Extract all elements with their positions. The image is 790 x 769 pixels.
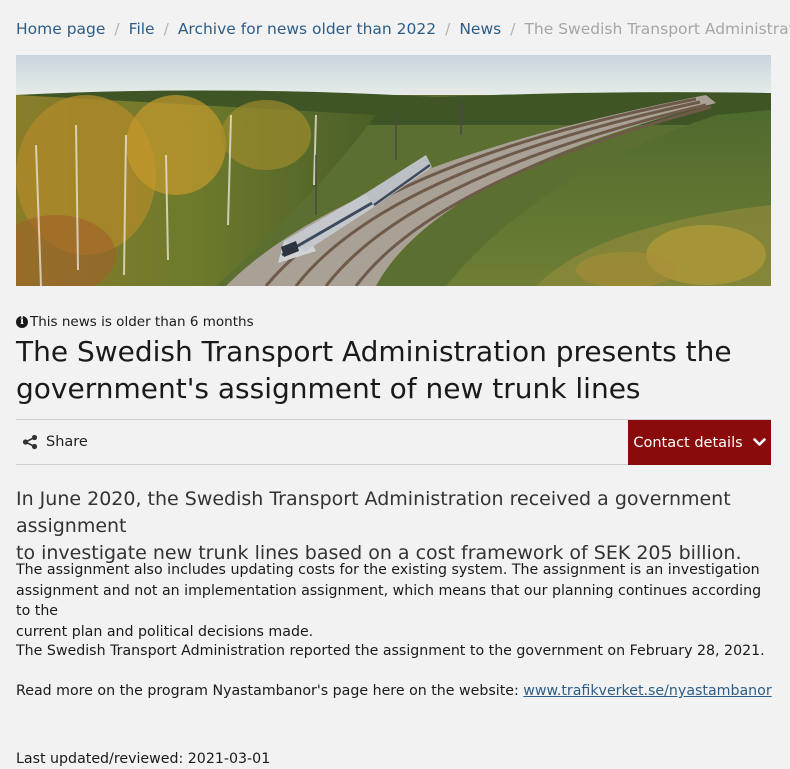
article-paragraph: The Swedish Transport Administration rep… <box>16 643 765 659</box>
article-paragraph: Read more on the program Nyastambanor's … <box>16 681 776 702</box>
share-label: Share <box>46 434 88 450</box>
age-notice-text: This news is older than 6 months <box>30 314 254 330</box>
hero-image <box>16 55 771 286</box>
age-notice: i This news is older than 6 months <box>16 313 254 331</box>
contact-details-label: Contact details <box>633 434 743 451</box>
article-lead: In June 2020, the Swedish Transport Admi… <box>16 486 776 567</box>
share-icon <box>22 434 38 450</box>
breadcrumb-separator: / <box>510 20 516 38</box>
share-toolbar: Share Contact details <box>16 419 771 465</box>
nyastambanor-link[interactable]: www.trafikverket.se/nyastambanor <box>523 683 771 699</box>
contact-details-button[interactable]: Contact details <box>628 420 771 465</box>
breadcrumb-archive[interactable]: Archive for news older than 2022 <box>178 20 436 38</box>
breadcrumb-news[interactable]: News <box>459 20 501 38</box>
paragraph-line-2: assignment and not an implementation ass… <box>16 582 762 620</box>
train-photo-image <box>16 55 771 286</box>
title-line-1: The Swedish Transport Administration pre… <box>16 335 732 368</box>
last-updated: Last updated/reviewed: 2021-03-01 <box>16 751 271 767</box>
breadcrumb: Home page / File / Archive for news older th… <box>16 18 790 40</box>
breadcrumb-separator: / <box>114 20 120 38</box>
lead-line-1: In June 2020, the Swedish Transport Admi… <box>16 488 731 537</box>
breadcrumb-current: The Swedish Transport Administration pre… <box>524 20 790 38</box>
breadcrumb-home[interactable]: Home page <box>16 20 105 38</box>
chevron-down-icon <box>752 438 766 447</box>
page: Home page / File / Archive for news older th… <box>0 0 790 767</box>
paragraph-line-1: The assignment also includes updating co… <box>16 562 760 578</box>
paragraph-line-3: current plan and political decisions mad… <box>16 623 314 640</box>
read-more-text: Read more on the program Nyastambanor's … <box>16 683 524 699</box>
info-circle-icon: i <box>16 316 28 328</box>
page-title: The Swedish Transport Administration pre… <box>16 333 776 407</box>
breadcrumb-separator: / <box>445 20 451 38</box>
breadcrumb-file[interactable]: File <box>129 20 155 38</box>
title-line-2: government's assignment of new trunk lin… <box>16 372 641 405</box>
share-button[interactable]: Share <box>22 420 88 464</box>
article-paragraph: The assignment also includes updating co… <box>16 560 776 642</box>
breadcrumb-separator: / <box>163 20 169 38</box>
